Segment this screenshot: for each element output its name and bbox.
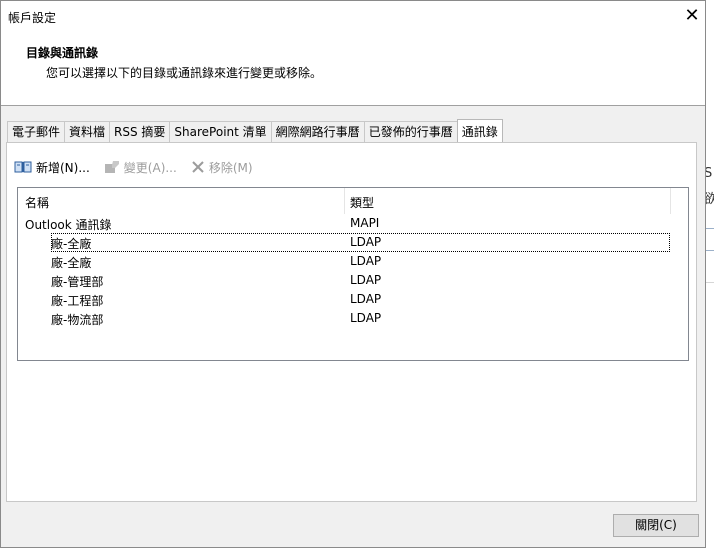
list-item[interactable]: 廠-全廠 LDAP — [18, 252, 688, 271]
list-item[interactable]: 廠-管理部 LDAP — [18, 271, 688, 290]
page-subtitle: 您可以選擇以下的目錄或通訊錄來進行變更或移除。 — [46, 66, 323, 80]
close-icon[interactable]: ✕ — [681, 5, 703, 27]
column-separator[interactable] — [670, 188, 671, 214]
page-title: 目錄與通訊錄 — [26, 46, 99, 60]
row-name: Outlook 通訊錄 — [25, 218, 112, 232]
edit-icon — [104, 161, 119, 173]
tab-rss-feeds[interactable]: RSS 摘要 — [109, 121, 171, 142]
new-button-label: 新增(N)... — [36, 160, 90, 175]
tab-email[interactable]: 電子郵件 — [7, 121, 66, 142]
row-type: MAPI — [350, 216, 380, 230]
row-type: LDAP — [350, 292, 382, 306]
row-type: LDAP — [350, 235, 382, 249]
row-type: LDAP — [350, 254, 382, 268]
new-button[interactable]: 新增(N)... — [14, 159, 90, 176]
row-name: 廠-管理部 — [51, 275, 104, 289]
column-separator[interactable] — [344, 188, 345, 214]
row-type: LDAP — [350, 311, 382, 325]
column-header-type[interactable]: 類型 — [350, 194, 374, 211]
remove-button[interactable]: 移除(M) — [191, 159, 253, 176]
row-name: 廠-全廠 — [51, 237, 92, 251]
tab-strip: 電子郵件 資料檔 RSS 摘要 SharePoint 清單 網際網路行事曆 已發… — [7, 119, 503, 143]
tab-address-books[interactable]: 通訊錄 — [456, 119, 503, 142]
address-book-icon — [14, 161, 32, 173]
list-item[interactable]: Outlook 通訊錄 MAPI — [18, 214, 688, 233]
remove-button-label: 移除(M) — [208, 160, 253, 175]
tab-published-calendars[interactable]: 已發佈的行事曆 — [363, 121, 458, 142]
address-book-list[interactable]: 名稱 類型 Outlook 通訊錄 MAPI 廠-全廠 LDAP 廠-全廠 LD… — [17, 187, 689, 361]
row-type: LDAP — [350, 273, 382, 287]
row-name: 廠-物流部 — [51, 313, 104, 327]
list-item[interactable]: 廠-工程部 LDAP — [18, 290, 688, 309]
account-settings-dialog: 帳戶設定 ✕ 目錄與通訊錄 您可以選擇以下的目錄或通訊錄來進行變更或移除。 電子… — [0, 0, 706, 548]
list-item[interactable]: 廠-全廠 LDAP — [51, 233, 670, 252]
tab-data-files[interactable]: 資料檔 — [64, 121, 111, 142]
row-name: 廠-全廠 — [51, 256, 92, 270]
window-title: 帳戶設定 — [8, 11, 57, 25]
column-header-name[interactable]: 名稱 — [25, 194, 49, 211]
delete-x-icon — [192, 161, 204, 173]
tab-internet-calendars[interactable]: 網際網路行事曆 — [270, 121, 365, 142]
tab-sharepoint-lists[interactable]: SharePoint 清單 — [169, 121, 272, 142]
list-header: 名稱 類型 — [18, 188, 688, 214]
dialog-header: 帳戶設定 ✕ 目錄與通訊錄 您可以選擇以下的目錄或通訊錄來進行變更或移除。 — [1, 1, 705, 106]
change-button-label: 變更(A)... — [123, 160, 177, 175]
toolbar: 新增(N)... 變更(A)... 移除(M) — [14, 156, 267, 178]
row-name: 廠-工程部 — [51, 294, 104, 308]
list-item[interactable]: 廠-物流部 LDAP — [18, 309, 688, 328]
close-button[interactable]: 關閉(C) — [613, 514, 699, 537]
change-button[interactable]: 變更(A)... — [104, 159, 177, 176]
